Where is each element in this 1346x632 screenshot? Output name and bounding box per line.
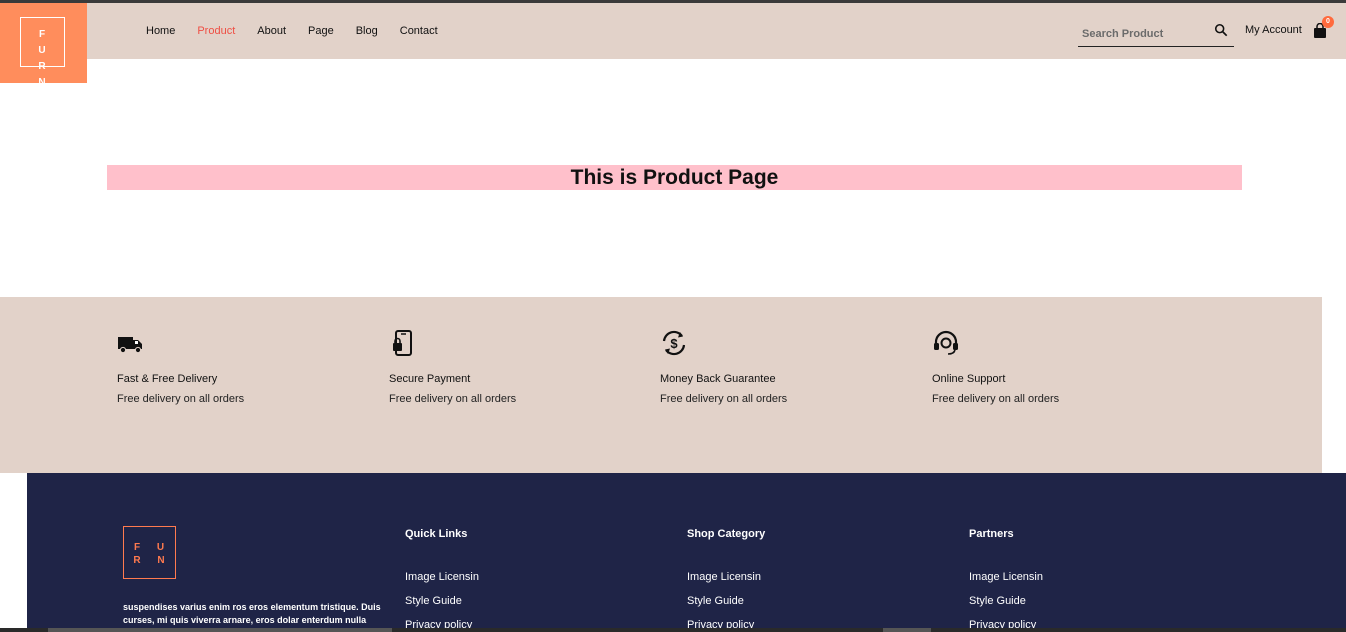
feature-delivery: Fast & Free Delivery Free delivery on al… bbox=[117, 329, 337, 405]
footer-link[interactable]: Style Guide bbox=[687, 595, 887, 609]
footer-logo-row1: F U bbox=[133, 542, 172, 553]
my-account-link[interactable]: My Account bbox=[1245, 24, 1302, 36]
cart-count-badge: 0 bbox=[1322, 16, 1334, 28]
feature-title: Online Support bbox=[932, 373, 1006, 385]
site-logo[interactable]: F U R N bbox=[0, 3, 87, 88]
footer-col-heading: Partners bbox=[969, 528, 1014, 540]
feature-desc: Free delivery on all orders bbox=[660, 393, 788, 405]
headset-icon bbox=[934, 330, 958, 355]
footer-col-partners: Partners Image Licensin Style Guide Priv… bbox=[969, 528, 1169, 632]
footer-link[interactable]: Image Licensin bbox=[687, 571, 887, 585]
site-header: Home Product About Page Blog Contact bbox=[0, 3, 1346, 59]
page-title-bar: This is Product Page bbox=[107, 165, 1242, 190]
nav-product[interactable]: Product bbox=[197, 25, 235, 37]
scrollbar-thumb[interactable] bbox=[48, 628, 392, 632]
footer-logo[interactable]: F U R N bbox=[123, 526, 176, 579]
search-icon[interactable] bbox=[1214, 23, 1228, 37]
nav-about[interactable]: About bbox=[257, 25, 286, 37]
search-box bbox=[1078, 21, 1234, 47]
feature-desc: Free delivery on all orders bbox=[117, 393, 245, 405]
footer-col-quick-links: Quick Links Image Licensin Style Guide P… bbox=[405, 528, 605, 632]
footer-description: suspendises varius enim ros eros element… bbox=[123, 602, 381, 625]
feature-desc: Free delivery on all orders bbox=[932, 393, 1060, 405]
logo-text-row2: R N bbox=[38, 61, 53, 88]
nav-contact[interactable]: Contact bbox=[400, 25, 438, 37]
features-section: Fast & Free Delivery Free delivery on al… bbox=[0, 297, 1322, 473]
footer-col-heading: Shop Category bbox=[687, 528, 766, 540]
footer-col-shop-category: Shop Category Image Licensin Style Guide… bbox=[687, 528, 887, 632]
footer-link[interactable]: Image Licensin bbox=[969, 571, 1169, 585]
main-nav: Home Product About Page Blog Contact bbox=[146, 25, 460, 37]
footer-link[interactable]: Image Licensin bbox=[405, 571, 605, 585]
footer-logo-row2: R N bbox=[133, 555, 172, 566]
footer-link[interactable]: Style Guide bbox=[405, 595, 605, 609]
site-footer: F U R N suspendises varius enim ros eros… bbox=[27, 473, 1346, 632]
feature-money-back: $ Money Back Guarantee Free delivery on … bbox=[660, 329, 880, 405]
search-input[interactable] bbox=[1082, 28, 1207, 40]
nav-page[interactable]: Page bbox=[308, 25, 334, 37]
page-title: This is Product Page bbox=[570, 166, 779, 189]
scrollbar-marker bbox=[883, 628, 931, 632]
logo-text-row1: F U bbox=[38, 29, 53, 56]
money-back-icon: $ bbox=[662, 330, 686, 356]
feature-payment: Secure Payment Free delivery on all orde… bbox=[389, 329, 609, 405]
mobile-lock-icon bbox=[393, 330, 412, 356]
footer-col-heading: Quick Links bbox=[405, 528, 468, 540]
horizontal-scrollbar[interactable] bbox=[0, 628, 1346, 632]
logo-frame: F U R N bbox=[20, 17, 65, 88]
nav-home[interactable]: Home bbox=[146, 25, 175, 37]
feature-desc: Free delivery on all orders bbox=[389, 393, 517, 405]
feature-title: Secure Payment bbox=[389, 373, 471, 385]
nav-blog[interactable]: Blog bbox=[356, 25, 378, 37]
feature-title: Fast & Free Delivery bbox=[117, 373, 218, 385]
feature-support: Online Support Free delivery on all orde… bbox=[932, 329, 1152, 405]
feature-title: Money Back Guarantee bbox=[660, 373, 776, 385]
svg-text:$: $ bbox=[670, 336, 678, 351]
footer-link[interactable]: Style Guide bbox=[969, 595, 1169, 609]
truck-icon bbox=[118, 337, 142, 354]
